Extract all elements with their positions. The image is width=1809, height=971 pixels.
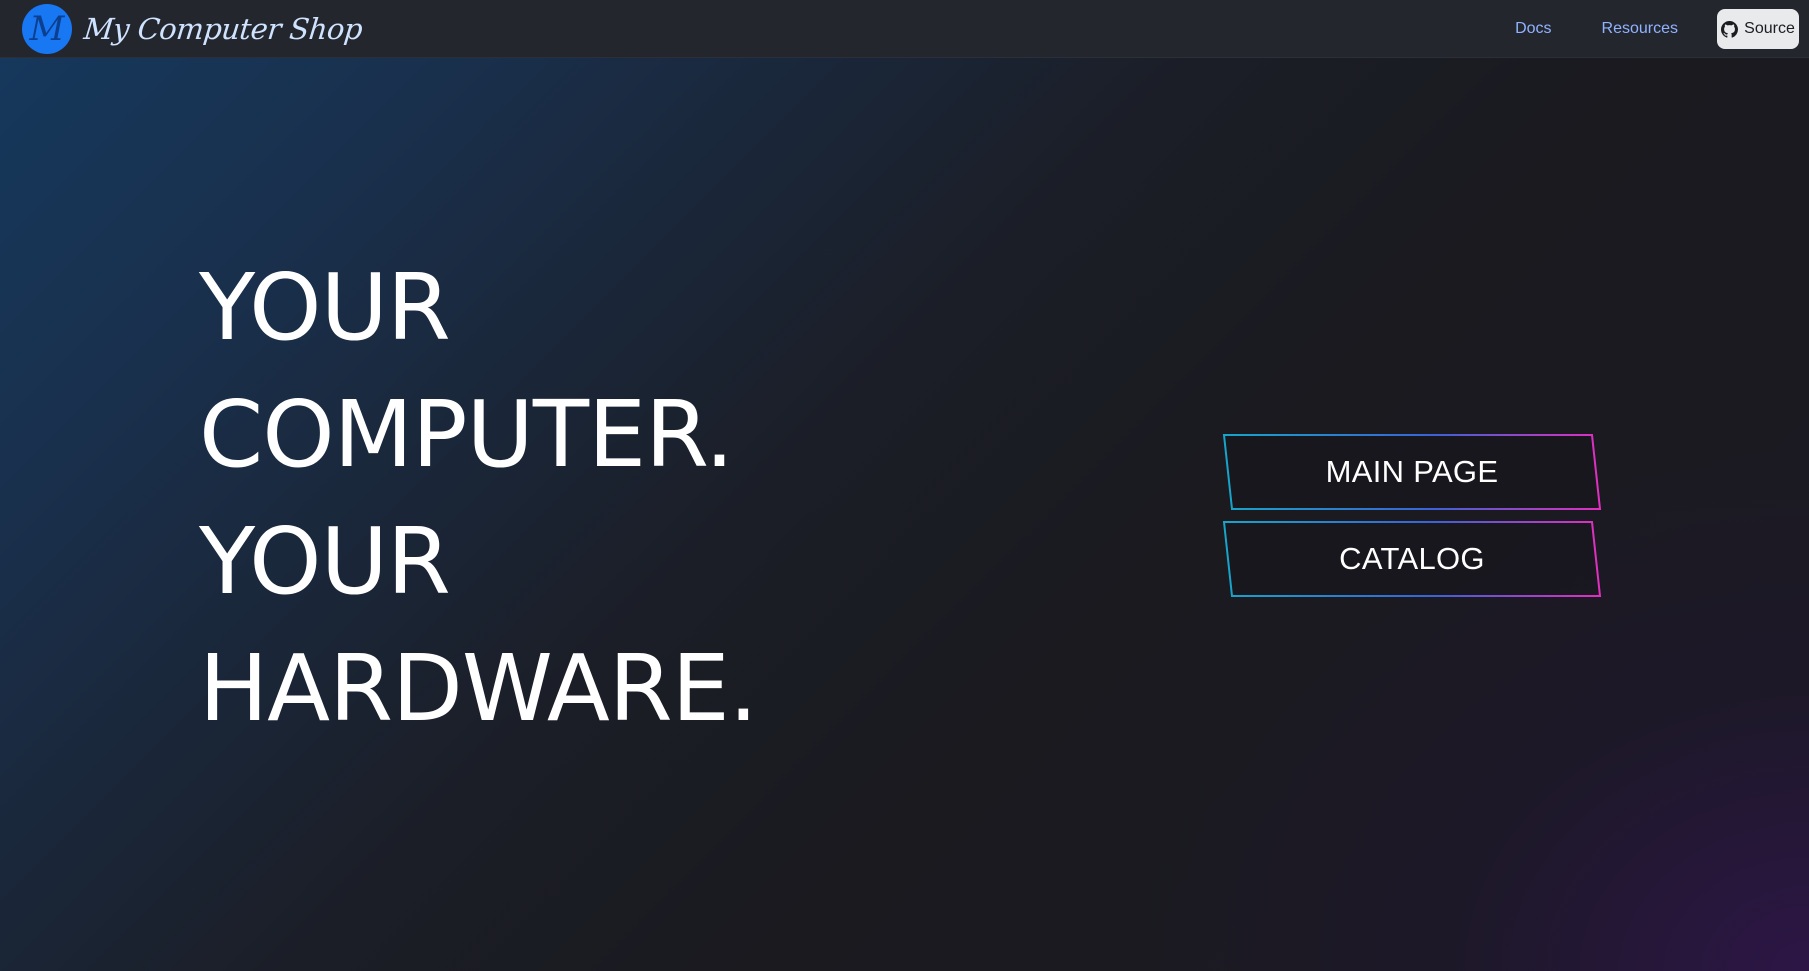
brand-home-link[interactable]: M My Computer Shop	[22, 4, 364, 54]
catalog-button-label: CATALOG	[1339, 541, 1485, 576]
main-page-button-label: MAIN PAGE	[1325, 454, 1499, 489]
cta-group: MAIN PAGE CATALOG	[1222, 433, 1602, 598]
page: M My Computer Shop Docs Resources Source…	[0, 0, 1809, 971]
brand-name: My Computer Shop	[82, 12, 364, 46]
main-page-button[interactable]: MAIN PAGE	[1222, 433, 1602, 511]
hero-line-4: HARDWARE.	[199, 635, 758, 742]
hero-title: YOUR COMPUTER. YOUR HARDWARE.	[199, 244, 758, 752]
source-button[interactable]: Source	[1717, 9, 1799, 49]
source-button-label: Source	[1744, 20, 1795, 37]
nav-link-docs[interactable]: Docs	[1515, 20, 1551, 38]
navbar: M My Computer Shop Docs Resources Source	[0, 0, 1809, 58]
brand-logo-icon: M	[22, 4, 72, 54]
brand-logo-letter: M	[29, 9, 66, 49]
nav-links: Docs Resources Source	[1515, 0, 1809, 58]
hero-line-1: YOUR	[199, 254, 451, 361]
nav-link-resources[interactable]: Resources	[1602, 20, 1678, 38]
hero-line-3: YOUR	[199, 508, 451, 615]
github-icon	[1721, 20, 1739, 38]
hero-line-2: COMPUTER.	[199, 381, 734, 488]
catalog-button[interactable]: CATALOG	[1222, 520, 1602, 598]
